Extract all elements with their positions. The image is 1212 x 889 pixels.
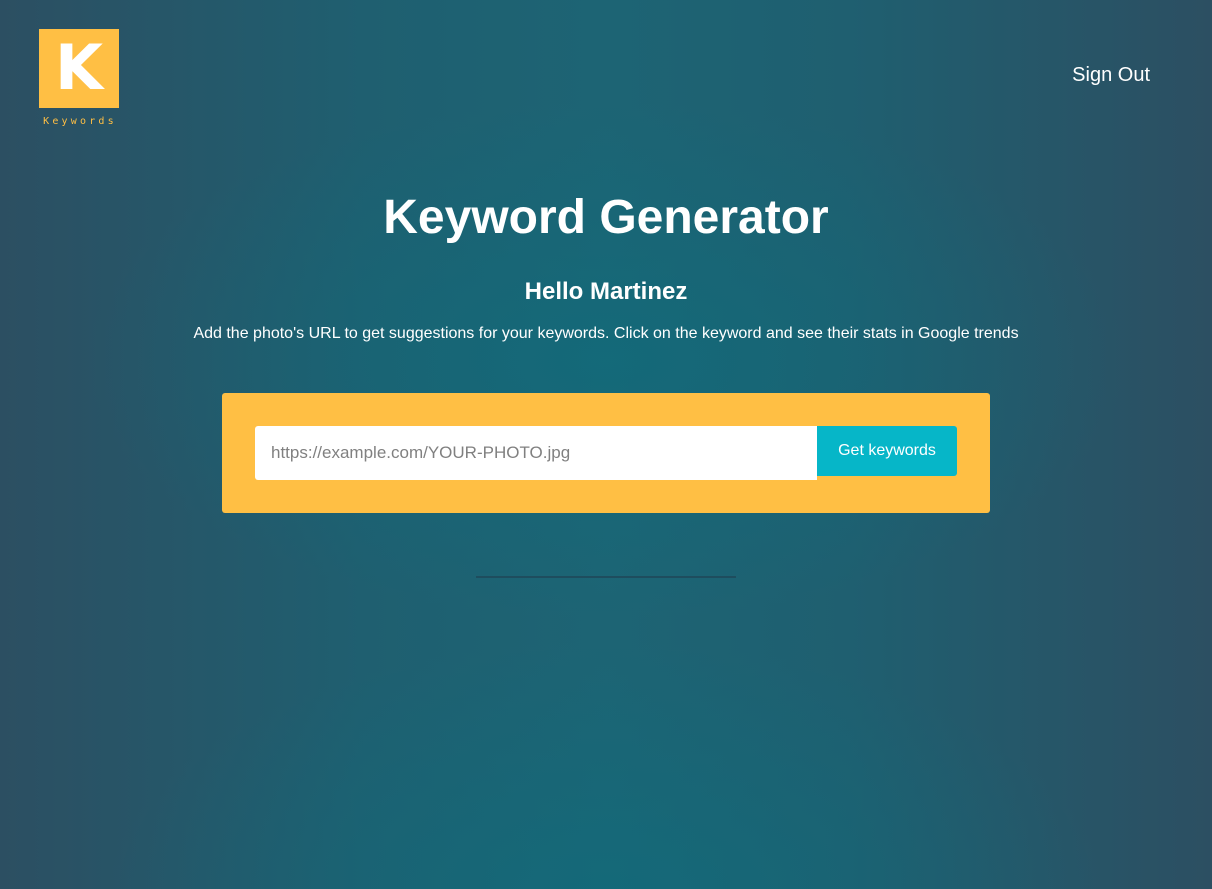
logo-letter: K bbox=[54, 30, 104, 104]
sign-out-link[interactable]: Sign Out bbox=[1072, 64, 1150, 87]
instructions-text: Add the photo's URL to get suggestions f… bbox=[193, 325, 1019, 342]
page-title: Keyword Generator bbox=[383, 191, 829, 244]
greeting-text: Hello Martinez bbox=[524, 278, 688, 305]
photo-url-input[interactable] bbox=[255, 426, 817, 480]
divider bbox=[476, 576, 736, 578]
search-panel: Get keywords bbox=[222, 393, 990, 513]
logo-badge: K bbox=[39, 29, 119, 108]
logo[interactable]: K Keywords bbox=[39, 29, 119, 127]
get-keywords-button[interactable]: Get keywords bbox=[817, 426, 957, 476]
logo-text: Keywords bbox=[43, 116, 117, 127]
